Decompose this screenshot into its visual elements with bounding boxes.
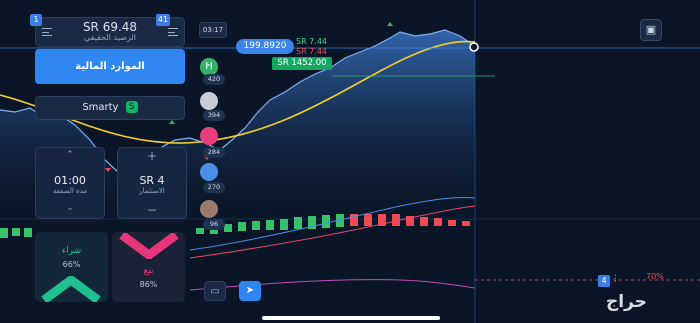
- smarty-icon: S: [125, 101, 138, 113]
- chart-type-icon[interactable]: ▭: [204, 281, 226, 301]
- plus-icon[interactable]: +: [117, 149, 187, 163]
- avatar[interactable]: [200, 200, 218, 218]
- buy-label: شراء: [61, 246, 82, 256]
- up-marker: [387, 22, 393, 26]
- arrow-down-icon: [119, 233, 179, 259]
- watermark: حراج: [606, 292, 647, 312]
- investment-value: SR 4: [139, 174, 165, 187]
- indicator-level: 70%: [646, 272, 664, 281]
- gift-icon[interactable]: ▣: [640, 19, 662, 41]
- profit-tag-red: SR 7.44: [296, 47, 327, 56]
- avatar[interactable]: [200, 163, 218, 181]
- avatar-count: 394: [203, 110, 225, 121]
- duration-value: 01:00: [54, 174, 86, 187]
- avatar-count: 96: [203, 219, 225, 230]
- profit-tag-green: SR 7.44: [296, 37, 327, 46]
- current-price-tag: 199.8920: [236, 39, 294, 54]
- chevron-down-icon[interactable]: ⌄: [35, 203, 105, 213]
- balance-amount: SR 69.48: [82, 20, 138, 34]
- finance-button[interactable]: الموارد المالية: [35, 49, 185, 84]
- sell-percentage: 86%: [139, 280, 158, 289]
- avatar-count: 270: [203, 182, 225, 193]
- avatar[interactable]: [200, 92, 218, 110]
- indicator-settings-icon[interactable]: ⫶: [614, 274, 617, 285]
- chevron-up-icon[interactable]: ⌃: [35, 150, 105, 160]
- balance-label: الرصيد الحقيقي: [83, 33, 137, 42]
- timeframe-button[interactable]: 03:17: [199, 22, 227, 38]
- current-price-dot: [469, 42, 479, 52]
- avatar[interactable]: [200, 127, 218, 145]
- home-indicator: [262, 316, 440, 320]
- investment-label: الاستثمار: [139, 187, 165, 195]
- avatar-count: 420: [203, 74, 225, 85]
- smarty-button[interactable]: Smarty S: [35, 96, 185, 120]
- minus-icon[interactable]: −: [117, 203, 187, 217]
- oscillator-line: [189, 279, 476, 291]
- send-icon[interactable]: ➤: [239, 281, 261, 301]
- buy-percentage: 66%: [62, 260, 81, 269]
- open-trade-amount[interactable]: SR 1452.00: [272, 57, 332, 70]
- smarty-label: Smarty: [82, 102, 119, 113]
- avatar-count: 284: [203, 147, 225, 158]
- counter-badge: 4: [598, 275, 610, 287]
- duration-label: مدة الصفقة: [52, 187, 88, 195]
- arrow-up-icon: [41, 276, 101, 302]
- sell-label: بيع: [143, 266, 154, 276]
- up-marker: [169, 120, 175, 124]
